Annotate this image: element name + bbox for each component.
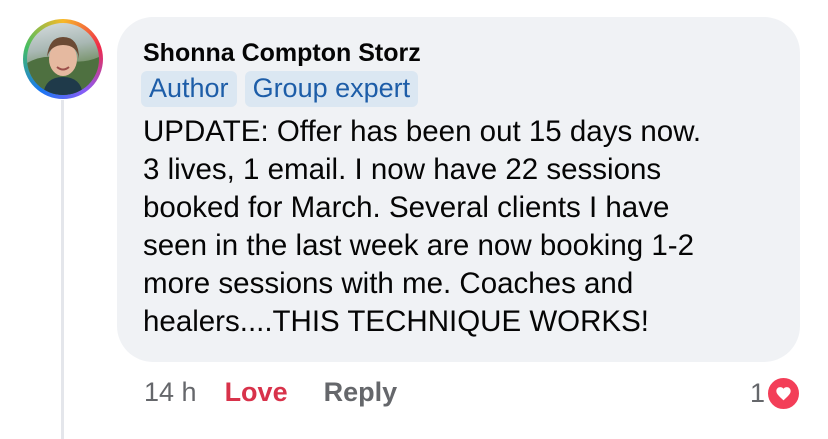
- love-button[interactable]: Love: [225, 377, 288, 408]
- comment-text-line: seen in the last week are now booking 1-…: [143, 229, 695, 262]
- thread-line: [61, 100, 64, 439]
- comment-actions: 14 h Love Reply: [144, 377, 397, 408]
- heart-icon: [766, 376, 802, 411]
- reply-button[interactable]: Reply: [324, 377, 398, 408]
- comment-text: UPDATE: Offer has been out 15 days now. …: [143, 113, 793, 341]
- comment-text-line: UPDATE: Offer has been out 15 days now.: [143, 115, 702, 148]
- avatar-story-ring[interactable]: [23, 19, 103, 99]
- avatar-photo: [27, 37, 99, 95]
- comment-text-line: more sessions with me. Coaches and: [143, 267, 634, 300]
- badge-group-expert[interactable]: Group expert: [244, 71, 419, 107]
- comment-text-line: booked for March. Several clients I have: [143, 191, 670, 224]
- badge-author[interactable]: Author: [141, 71, 237, 107]
- comment-bubble: Shonna Compton Storz Author Group expert…: [117, 17, 800, 362]
- comment-author-name[interactable]: Shonna Compton Storz: [143, 39, 421, 68]
- comment-text-line: 3 lives, 1 email. I now have 22 sessions: [143, 153, 662, 186]
- reaction-count: 1: [750, 378, 766, 408]
- avatar[interactable]: [27, 23, 99, 95]
- comment-timestamp[interactable]: 14 h: [144, 377, 197, 408]
- author-badges: Author Group expert: [141, 71, 419, 107]
- reaction-summary[interactable]: 1: [750, 376, 802, 411]
- comment-text-line: healers....THIS TECHNIQUE WORKS!: [143, 305, 649, 338]
